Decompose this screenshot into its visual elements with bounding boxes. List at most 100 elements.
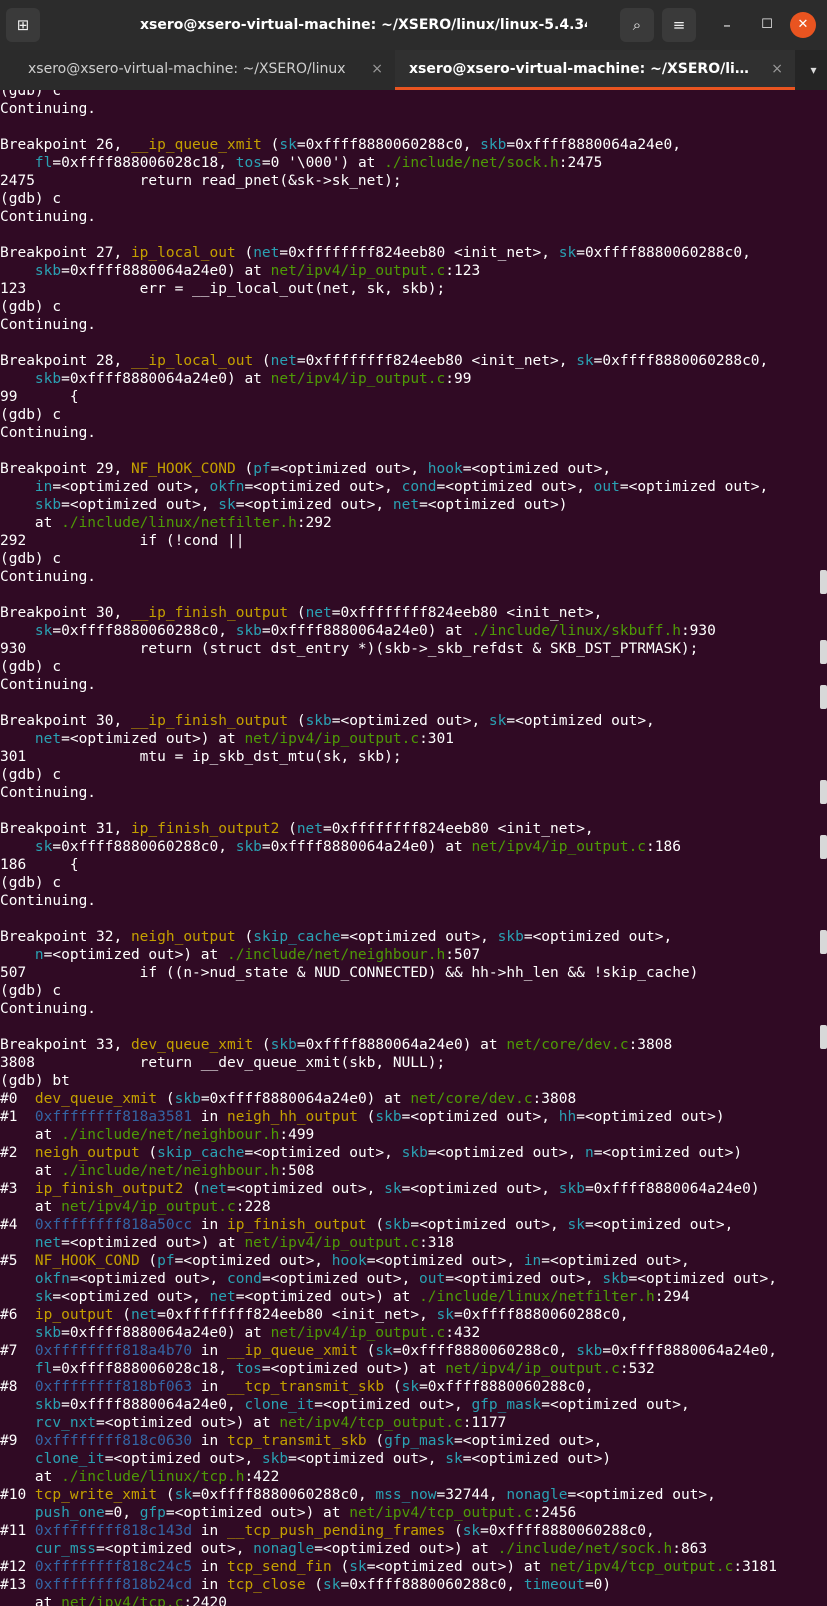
terminal-addr-text: 0xffffffff818c0630 [34, 1433, 193, 1449]
tab-dropdown-icon[interactable]: ▾ [800, 50, 827, 90]
terminal-arg-text: net [296, 821, 324, 837]
terminal-file-text: ./include/net/neighbour.h [61, 1163, 280, 1179]
terminal-text-segment: =<optimized out>, [52, 479, 210, 495]
terminal-text-segment: :2475 [558, 155, 603, 171]
terminal-text-segment: =0xffff888006028c18, [52, 1361, 236, 1377]
terminal-text-segment: =<optimized out>, [445, 1271, 603, 1287]
terminal-fn-text: ip_local_out [130, 245, 236, 261]
terminal-line: Continuing. [0, 569, 96, 585]
terminal-line: Continuing. [0, 677, 96, 693]
terminal-arg-text: in [34, 479, 53, 495]
minimize-icon[interactable]: – [710, 8, 744, 42]
tab-terminal-1[interactable]: xsero@xsero-virtual-machine: ~/XSERO/lin… [0, 50, 395, 90]
terminal-arg-text: n [34, 947, 44, 963]
scrollbar-marker [820, 1025, 827, 1049]
terminal-line: (gdb) c [0, 659, 61, 675]
terminal-arg-text: nonagle [253, 1541, 315, 1557]
terminal-text-segment: #10 [0, 1487, 35, 1503]
terminal-addr-text: 0xffffffff818bf063 [34, 1379, 193, 1395]
terminal-text-segment: =0xffffffff824eeb80 <init_net>, [279, 245, 559, 261]
terminal-line: Breakpoint 29, NF_HOOK_COND (pf=<optimiz… [0, 461, 611, 477]
hamburger-menu-icon[interactable]: ≡ [662, 8, 696, 42]
terminal-text-segment: :3808 [532, 1091, 577, 1107]
terminal-text-segment: ( [113, 1307, 131, 1323]
tab-close-icon[interactable]: × [771, 50, 783, 87]
terminal-text-segment: =0xffff8880060288c0, [296, 137, 481, 153]
terminal-arg-text: net [305, 605, 332, 621]
terminal-arg-text: fl [34, 155, 53, 171]
terminal-text-segment: ( [235, 929, 254, 945]
terminal-arg-text: n [584, 1145, 594, 1161]
terminal-text-segment: =0xffff8880060288c0, [419, 1379, 594, 1395]
tab-close-icon[interactable]: × [371, 50, 383, 88]
terminal-addr-text: 0xffffffff818b24cd [34, 1577, 193, 1593]
terminal-text-segment: =<optimized out>, [174, 1253, 332, 1269]
terminal-arg-text: sk [567, 1217, 585, 1233]
terminal-line: 3808 return __dev_queue_xmit(skb, NULL); [0, 1055, 445, 1071]
terminal-file-text: net/ipv4/ip_output.c [244, 1235, 420, 1251]
terminal-fn-text: tcp_close [226, 1577, 306, 1593]
terminal-text-segment: ( [366, 1217, 385, 1233]
terminal-file-text: net/ipv4/ip_output.c [270, 1325, 446, 1341]
terminal-file-text: net/ipv4/tcp_output.c [279, 1415, 463, 1431]
terminal-arg-text: okfn [209, 479, 245, 495]
new-tab-icon[interactable]: ⊞ [6, 8, 40, 42]
terminal-text-segment: :3181 [733, 1559, 777, 1575]
scrollbar-marker [820, 930, 827, 954]
terminal-line: 301 mtu = ip_skb_dst_mtu(sk, skb); [0, 749, 402, 765]
search-icon[interactable]: ⌕ [620, 8, 654, 42]
terminal-text-segment: :301 [419, 731, 454, 747]
terminal-text-segment: ( [139, 1253, 158, 1269]
terminal-text-segment: Continuing. [0, 101, 97, 117]
terminal-line: at ./include/linux/netfilter.h:292 [0, 515, 332, 531]
title-bar: ⊞ xsero@xsero-virtual-machine: ~/XSERO/l… [0, 0, 827, 50]
terminal-line: (gdb) c [0, 299, 61, 315]
terminal-file-text: net/ipv4/ip_output.c [61, 1199, 236, 1215]
terminal-text-segment: :2420 [183, 1595, 227, 1606]
terminal-text-segment: Breakpoint 27, [0, 245, 131, 261]
terminal-file-text: net/ipv4/tcp.c [61, 1595, 184, 1606]
terminal-text-segment: :186 [646, 839, 681, 855]
terminal-fn-text: dev_queue_xmit [130, 1037, 254, 1053]
terminal-text-segment: 930 return (struct dst_entry *)(skb->_sk… [0, 641, 699, 657]
terminal-fn-text: __ip_finish_output [130, 713, 289, 729]
terminal-text-segment: ( [445, 1523, 463, 1539]
terminal-line: #11 0xffffffff818c143d in __tcp_push_pen… [0, 1523, 655, 1539]
close-window-icon[interactable]: ✕ [790, 12, 816, 38]
scrollbar-marker [820, 640, 827, 664]
tab-label: xsero@xsero-virtual-machine: ~/XSERO/lin… [28, 61, 346, 77]
terminal-line: fl=0xffff888006028c18, tos=<optimized ou… [0, 1361, 655, 1377]
terminal-text-segment: in [192, 1379, 227, 1395]
terminal-text-segment: =<optimized out>, [401, 1109, 559, 1125]
terminal-text-segment: #3 [0, 1181, 35, 1197]
terminal-arg-text: rcv_nxt [34, 1415, 97, 1431]
terminal-text-segment: Breakpoint 28, [0, 353, 131, 369]
terminal-file-text: ./include/net/neighbour.h [61, 1127, 280, 1143]
terminal-line: clone_it=<optimized out>, skb=<optimized… [0, 1451, 611, 1467]
terminal-text-segment: =<optimized out>, [628, 1271, 777, 1287]
terminal-fn-text: dev_queue_xmit [34, 1091, 158, 1107]
terminal-arg-text: skb [602, 1271, 629, 1287]
terminal-arg-text: gfp_mask [384, 1433, 454, 1449]
terminal-text-segment: :99 [445, 371, 472, 387]
terminal-text-segment: =<optimized out>, [96, 1541, 254, 1557]
terminal-text-segment: Continuing. [0, 677, 97, 693]
terminal-arg-text: skb [576, 1343, 603, 1359]
terminal-text-segment: =<optimized out>, [410, 1217, 568, 1233]
scrollbar[interactable] [812, 90, 827, 1606]
maximize-icon[interactable]: ☐ [750, 8, 784, 42]
terminal-line: fl=0xffff888006028c18, tos=0 '\000') at … [0, 155, 602, 171]
terminal-line: 99 { [0, 389, 79, 405]
terminal-text-segment: =<optimized out>, [401, 1181, 559, 1197]
tab-terminal-2-active[interactable]: xsero@xsero-virtual-machine: ~/XSERO/lin… [395, 50, 795, 90]
terminal-text-segment: =0xffff8880060288c0, [52, 623, 236, 639]
terminal-text-segment: ( [384, 1379, 402, 1395]
terminal-text-segment: in [192, 1523, 227, 1539]
terminal-text-segment: :2456 [532, 1505, 577, 1521]
terminal-text-segment: #8 [0, 1379, 35, 1395]
terminal-line: Continuing. [0, 893, 96, 909]
terminal-output[interactable]: (gdb) c Continuing. Breakpoint 26, __ip_… [0, 90, 812, 1606]
